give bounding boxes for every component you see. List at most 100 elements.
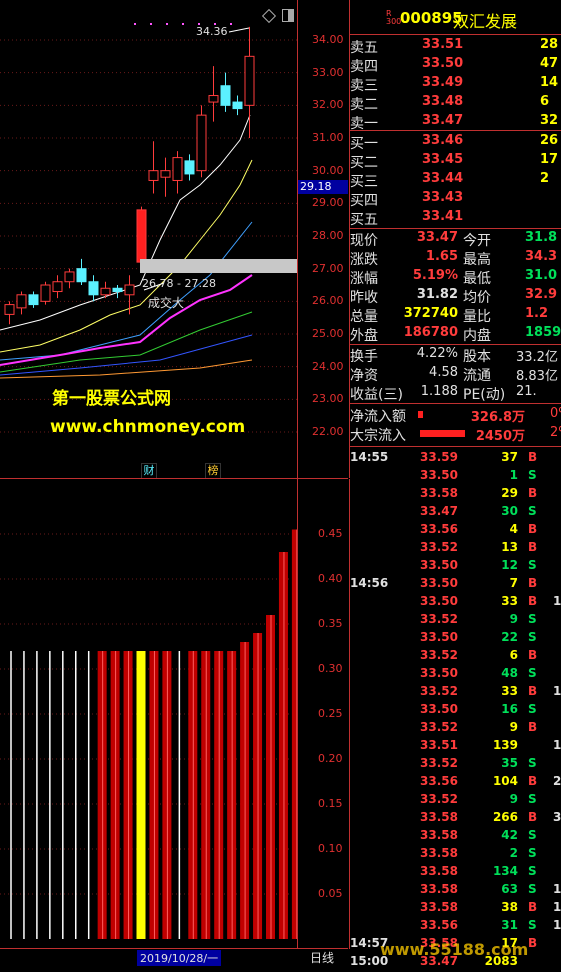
candle-body [88, 281, 99, 296]
tick-side: S [528, 702, 537, 716]
order-book-row[interactable]: 买五 33.41 [350, 209, 561, 228]
flow-label: 净流入额 [350, 409, 406, 425]
order-book-row[interactable]: 卖五 33.51 28 [350, 37, 561, 56]
indicator-tick: 0.10 [318, 842, 343, 855]
tick-count: 1 [553, 738, 561, 752]
tick-list[interactable]: 14:55 33.59 37 B 33.50 1 S 33.58 29 B 33.47 30 S 33.5… [350, 448, 561, 968]
tick-price: 33.58 [420, 846, 458, 860]
order-volume: 28 [540, 37, 559, 52]
bottom-bar: 2019/10/28/一 日线 [0, 948, 348, 966]
tick-volume: 266 [492, 810, 518, 824]
candle-body [148, 170, 159, 181]
tick-price: 33.52 [420, 756, 458, 770]
tick-price: 33.50 [420, 666, 458, 680]
tick-row: 33.52 33 B 1 [350, 684, 561, 702]
order-book-row[interactable]: 买二 33.45 17 [350, 152, 561, 171]
stat-label: 昨收 [350, 290, 378, 306]
order-book-row[interactable]: 卖三 33.49 14 [350, 75, 561, 94]
tick-row: 33.50 1 S [350, 468, 561, 486]
tick-side: B [528, 720, 538, 734]
flow-value: 2450万 [475, 429, 525, 444]
marker-bang[interactable]: 榜 [205, 463, 221, 479]
price-axis: 34.00 33.00 32.00 31.00 30.00 29.00 28.00 27.00… [297, 0, 350, 478]
candle-body [196, 114, 207, 172]
indicator-tick: 0.25 [318, 707, 343, 720]
tick-price: 33.50 [420, 630, 458, 644]
tick-side: S [528, 792, 537, 806]
candle-body [100, 287, 111, 296]
indicator-panel[interactable] [0, 479, 297, 949]
order-book-row[interactable]: 卖二 33.48 6 [350, 94, 561, 113]
tick-volume: 16 [501, 702, 518, 716]
stat-row: 涨跌 1.65 最高 34.3 [350, 249, 561, 268]
price-tick: 22.00 [312, 425, 344, 438]
indicator-tick: 0.40 [318, 572, 343, 585]
window-toggle-icon[interactable] [282, 9, 294, 22]
date-label[interactable]: 2019/10/28/一 [137, 950, 222, 966]
tick-price: 33.58 [420, 864, 458, 878]
stat-label: 量比 [463, 309, 491, 325]
tick-side: B [528, 810, 538, 824]
fund-label: 换手 [350, 349, 378, 365]
tick-side: B [528, 576, 538, 590]
order-book-row[interactable]: 卖一 33.47 32 [350, 113, 561, 132]
tick-volume: 31 [501, 918, 518, 932]
tick-side: S [528, 504, 537, 518]
tick-side: S [528, 630, 537, 644]
tick-price: 33.47 [420, 504, 458, 518]
tick-side: S [528, 558, 537, 572]
tick-row: 33.58 2 S [350, 846, 561, 864]
tick-volume: 9 [509, 612, 518, 626]
kline-chart[interactable]: 34.36 26.78 - 27.28 成交大 第一股票公式网 www.chnm… [0, 0, 297, 479]
flow-bar [418, 411, 423, 418]
tick-volume: 63 [501, 882, 518, 896]
tick-side: B [528, 594, 538, 608]
volume-note: 成交大 [148, 296, 185, 310]
order-book-buy: 买一 33.46 26 买二 33.45 17 买三 33.44 2 买四 33.43 买五 33.41 [350, 131, 561, 229]
price-tick: 34.00 [312, 33, 344, 46]
fund-label: 股本 [463, 349, 491, 365]
price-tick: 33.00 [312, 65, 344, 79]
order-book-row[interactable]: 买三 33.44 2 [350, 171, 561, 190]
order-book-row[interactable]: 买一 33.46 26 [350, 133, 561, 152]
tick-volume: 139 [492, 738, 518, 752]
indicator-tick: 0.30 [318, 662, 343, 675]
tick-volume: 38 [501, 900, 518, 914]
candle-body [16, 294, 27, 309]
tick-volume: 134 [492, 864, 518, 878]
tick-price: 33.59 [420, 450, 458, 464]
tick-row: 33.51 139 1 [350, 738, 561, 756]
price-tick: 29.00 [312, 196, 344, 210]
order-label: 卖五 [350, 40, 378, 56]
tick-count: 1 [553, 594, 561, 608]
order-volume: 17 [540, 152, 559, 167]
tick-row: 33.52 6 B [350, 648, 561, 666]
order-price: 33.45 [422, 152, 464, 167]
period-label[interactable]: 日线 [310, 949, 334, 966]
stat-value: 31.82 [416, 287, 458, 302]
stock-header[interactable]: R 300 000895 双汇发展 [350, 0, 561, 35]
tick-side: B [528, 648, 538, 662]
price-tick: 23.00 [312, 392, 344, 406]
resistance-band [140, 259, 297, 273]
order-price: 33.48 [422, 94, 464, 109]
badge: R 300 [386, 9, 402, 26]
candle-body [208, 95, 219, 103]
tick-row: 33.50 33 B 1 [350, 594, 561, 612]
candle-body [160, 170, 171, 178]
order-volume: 6 [540, 94, 550, 109]
candle-body [244, 55, 255, 106]
stat-value: 5.19% [412, 268, 458, 283]
watermark-url: www.chnmoney.com [50, 417, 246, 437]
candle-body [136, 209, 147, 263]
order-book-row[interactable]: 卖四 33.50 47 [350, 56, 561, 75]
order-price: 33.49 [422, 75, 464, 90]
tick-side: B [528, 486, 538, 500]
tick-volume: 30 [501, 504, 518, 518]
price-tick: 31.00 [312, 131, 344, 144]
tick-price: 33.52 [420, 792, 458, 806]
tick-volume: 7 [509, 576, 518, 590]
marker-cai[interactable]: 财 [141, 463, 157, 479]
fundamental-row: 换手 4.22% 股本 33.2亿 [350, 346, 561, 365]
order-book-row[interactable]: 买四 33.43 [350, 190, 561, 209]
